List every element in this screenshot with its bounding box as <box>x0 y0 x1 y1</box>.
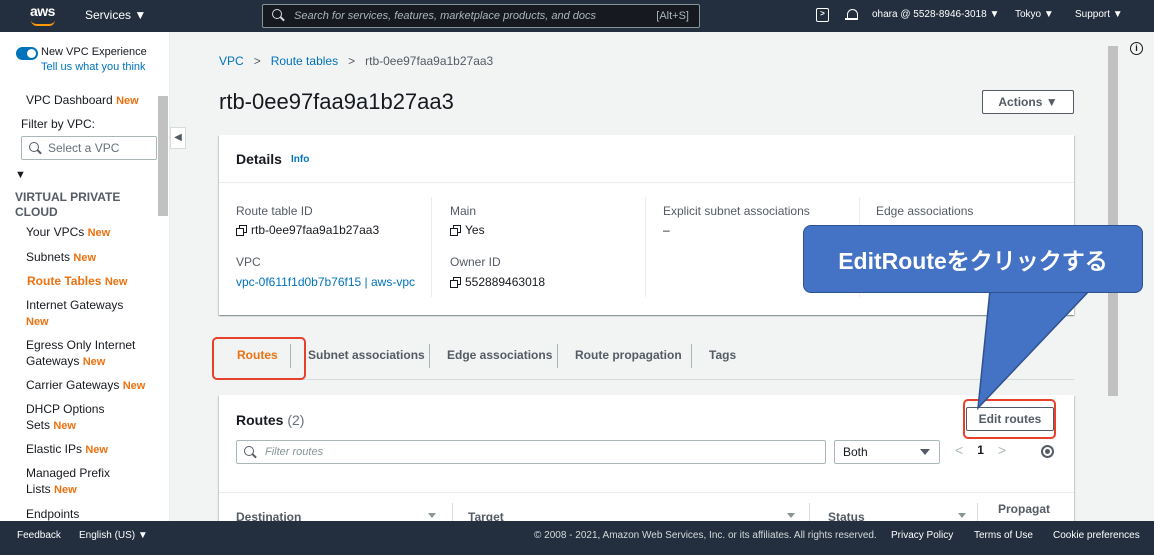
breadcrumb-separator: > <box>348 54 356 68</box>
footer-copyright: © 2008 - 2021, Amazon Web Services, Inc.… <box>534 530 877 541</box>
footer-language[interactable]: English (US) ▼ <box>79 530 148 541</box>
edge-label: Edge associations <box>876 204 974 218</box>
sidebar-item-carrier-gateways[interactable]: Carrier Gateways New <box>26 377 156 394</box>
vpc-link[interactable]: vpc-0f611f1d0b7b76f15 | aws-vpc <box>236 275 415 289</box>
vpc-filter-select[interactable]: Select a VPC <box>21 136 157 160</box>
details-header: Details Info <box>219 135 1074 183</box>
section-header: VIRTUAL PRIVATE CLOUD <box>15 190 121 219</box>
owner-label: Owner ID <box>450 255 501 269</box>
account-menu[interactable]: ohara @ 5528-8946-3018 ▼ <box>872 9 999 20</box>
tab-subnet-associations[interactable]: Subnet associations <box>308 348 425 362</box>
chevron-left-icon[interactable]: < <box>955 442 963 458</box>
sidebar-item-endpoints[interactable]: Endpoints <box>26 506 156 521</box>
main-value: Yes <box>450 223 485 237</box>
breadcrumb-vpc[interactable]: VPC <box>219 54 244 68</box>
column-propagated[interactable]: Propagat <box>998 502 1050 516</box>
sidebar-item-internet-gateways[interactable]: Internet Gateways New <box>26 297 126 330</box>
search-icon <box>29 141 42 155</box>
footer-terms[interactable]: Terms of Use <box>974 530 1033 541</box>
sidebar-item-prefix-lists[interactable]: Managed Prefix Lists New <box>26 465 121 498</box>
breadcrumb-current: rtb-0ee97faa9a1b27aa3 <box>365 54 494 68</box>
route-table-id-value: rtb-0ee97faa9a1b27aa3 <box>236 223 379 237</box>
bell-icon[interactable] <box>845 8 858 22</box>
caret-down-icon <box>920 449 930 455</box>
info-icon[interactable]: i <box>1130 42 1143 55</box>
footer-feedback[interactable]: Feedback <box>17 530 61 541</box>
footer-privacy[interactable]: Privacy Policy <box>891 530 953 541</box>
cloudshell-icon[interactable]: > <box>816 8 829 22</box>
filter-label: Filter by VPC: <box>21 117 96 131</box>
main-label: Main <box>450 204 477 218</box>
breadcrumb-separator: > <box>253 54 261 68</box>
owner-value: 552889463018 <box>450 275 545 289</box>
explicit-label: Explicit subnet associations <box>663 204 810 218</box>
filter-routes-input[interactable]: Filter routes <box>236 440 826 464</box>
tab-tags[interactable]: Tags <box>709 348 736 362</box>
region-menu[interactable]: Tokyo ▼ <box>1015 9 1054 20</box>
page-number[interactable]: 1 <box>977 443 984 457</box>
aws-smile-icon <box>31 20 55 26</box>
copy-icon[interactable] <box>236 225 247 236</box>
breadcrumb-route-tables[interactable]: Route tables <box>271 54 338 68</box>
sidebar-item-route-tables[interactable]: Route Tables New <box>27 273 157 290</box>
sidebar-item-dhcp-options[interactable]: DHCP Options Sets New <box>26 401 121 434</box>
routes-tab-highlight <box>212 337 306 380</box>
gear-icon[interactable] <box>1041 445 1054 458</box>
routes-panel: Routes (2) Edit routes Filter routes Bot… <box>219 395 1074 525</box>
feedback-link[interactable]: Tell us what you think <box>41 61 146 73</box>
page-title: rtb-0ee97faa9a1b27aa3 <box>219 89 454 114</box>
global-search[interactable]: Search for services, features, marketpla… <box>262 4 700 28</box>
breadcrumb: VPC > Route tables > rtb-0ee97faa9a1b27a… <box>219 54 493 68</box>
route-type-select[interactable]: Both <box>834 440 940 464</box>
copy-icon[interactable] <box>450 277 461 288</box>
sort-icon[interactable] <box>958 513 966 518</box>
top-navigation: aws Services ▼ Search for services, feat… <box>0 0 1154 32</box>
sidebar-scrollbar[interactable] <box>158 96 168 216</box>
copy-icon[interactable] <box>450 225 461 236</box>
sort-icon[interactable] <box>428 513 436 518</box>
instruction-callout: EditRouteをクリックする <box>803 225 1143 293</box>
callout-pointer <box>977 290 1092 411</box>
section-caret-icon[interactable]: ▼ <box>15 169 26 181</box>
details-title: Details <box>236 151 282 167</box>
aws-logo[interactable]: aws <box>30 3 60 29</box>
sidebar-item-elastic-ips[interactable]: Elastic IPs New <box>26 441 156 458</box>
explicit-value: – <box>663 223 670 237</box>
sidebar-item-your-vpcs[interactable]: Your VPCs New <box>26 224 156 241</box>
sidebar-item-egress-gateways[interactable]: Egress Only Internet Gateways New <box>26 337 154 370</box>
search-icon <box>272 9 286 23</box>
tab-bar: Routes Subnet associations Edge associat… <box>219 338 1074 380</box>
sidebar-item-subnets[interactable]: Subnets New <box>26 249 156 266</box>
actions-button[interactable]: Actions ▼ <box>982 90 1074 114</box>
collapse-sidebar-icon[interactable]: ◀ <box>170 127 186 149</box>
new-experience-toggle[interactable] <box>16 47 38 60</box>
routes-title: Routes (2) <box>236 412 305 428</box>
chevron-right-icon[interactable]: > <box>998 442 1006 458</box>
sort-icon[interactable] <box>787 513 795 518</box>
support-menu[interactable]: Support ▼ <box>1075 9 1123 20</box>
search-input[interactable]: Search for services, features, marketpla… <box>294 10 656 22</box>
search-shortcut: [Alt+S] <box>656 10 689 22</box>
vpc-label: VPC <box>236 255 261 269</box>
tab-edge-associations[interactable]: Edge associations <box>447 348 552 362</box>
footer-cookies[interactable]: Cookie preferences <box>1053 530 1140 541</box>
sidebar-item-dashboard[interactable]: VPC Dashboard New <box>26 92 156 109</box>
info-link[interactable]: Info <box>291 154 309 165</box>
sidebar: New VPC Experience Tell us what you thin… <box>0 32 170 521</box>
new-experience-label: New VPC Experience <box>41 46 147 58</box>
route-table-id-label: Route table ID <box>236 204 313 218</box>
services-menu[interactable]: Services ▼ <box>85 8 146 22</box>
search-icon <box>244 445 257 459</box>
footer: Feedback English (US) ▼ © 2008 - 2021, A… <box>0 521 1154 555</box>
tab-route-propagation[interactable]: Route propagation <box>575 348 682 362</box>
pagination: < 1 > <box>955 442 1006 458</box>
